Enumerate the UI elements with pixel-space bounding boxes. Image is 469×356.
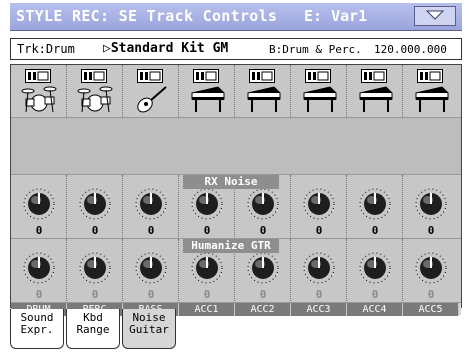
rx-noise-value: 0	[147, 224, 155, 237]
knob-icon[interactable]	[23, 251, 55, 285]
drum-kit-icon	[21, 86, 57, 113]
humanize-value: 0	[35, 288, 43, 301]
screen: STYLE REC: SE Track Controls E: Var1 Trk…	[0, 0, 469, 356]
triangle-down-icon	[426, 10, 444, 20]
humanize-value: 0	[147, 288, 155, 301]
piano-icon	[359, 86, 393, 112]
track-info-bar[interactable]: Trk:Drum ▷Standard Kit GM B:Drum & Perc.…	[10, 38, 462, 60]
channel-acc5-icons	[403, 65, 459, 117]
instrument-icon-row	[11, 65, 461, 117]
rx-noise-value: 0	[91, 224, 99, 237]
play-arrow-icon: ▷	[103, 41, 111, 56]
guitar-icon	[137, 86, 167, 113]
tab-label-line2: Range	[76, 323, 110, 336]
knob-icon[interactable]	[23, 187, 55, 221]
knob-icon[interactable]	[415, 251, 447, 285]
knob-icon[interactable]	[303, 187, 335, 221]
rx-noise-value: 0	[259, 224, 267, 237]
piano-icon	[191, 86, 225, 112]
rx-noise-knob-perc[interactable]: 0	[67, 175, 123, 239]
piano-icon	[303, 86, 337, 112]
humanize-value: 0	[427, 288, 435, 301]
play-icon[interactable]	[193, 69, 219, 83]
title-bar: STYLE REC: SE Track Controls E: Var1	[10, 3, 462, 31]
drum-kit-icon	[77, 86, 113, 113]
humanize-knob-perc[interactable]: 0	[67, 239, 123, 303]
channel-perc-icons	[67, 65, 123, 117]
channel-drum-icons	[11, 65, 67, 117]
mixer-panel: 00000000 00000000 RX Noise Humanize GTR …	[10, 64, 462, 316]
rx-noise-value: 0	[203, 224, 211, 237]
rx-noise-knob-drum[interactable]: 0	[11, 175, 67, 239]
knob-icon[interactable]	[79, 187, 111, 221]
rx-noise-value: 0	[427, 224, 435, 237]
humanize-knob-acc3[interactable]: 0	[291, 239, 347, 303]
channel-acc3-icons	[291, 65, 347, 117]
page-menu-button[interactable]	[414, 6, 456, 26]
channel-bass-icons	[123, 65, 179, 117]
rx-noise-knob-acc3[interactable]: 0	[291, 175, 347, 239]
rx-noise-knob-acc4[interactable]: 0	[347, 175, 403, 239]
knob-icon[interactable]	[79, 251, 111, 285]
play-icon[interactable]	[361, 69, 387, 83]
knob-icon[interactable]	[191, 251, 223, 285]
kit-category: B:Drum & Perc.	[269, 43, 362, 56]
humanize-value: 0	[91, 288, 99, 301]
rx-noise-value: 0	[371, 224, 379, 237]
tab-kbd[interactable]: Kbd Range	[66, 309, 120, 349]
rx-noise-value: 0	[315, 224, 323, 237]
knob-icon[interactable]	[135, 251, 167, 285]
knob-icon[interactable]	[247, 251, 279, 285]
track-label: Trk:Drum	[17, 42, 75, 56]
knob-icon[interactable]	[247, 187, 279, 221]
humanize-knob-bass[interactable]: 0	[123, 239, 179, 303]
humanize-knob-acc5[interactable]: 0	[403, 239, 459, 303]
rx-noise-label: RX Noise	[183, 175, 279, 189]
knob-icon[interactable]	[359, 251, 391, 285]
play-icon[interactable]	[25, 69, 51, 83]
piano-icon	[415, 86, 449, 112]
humanize-value: 0	[259, 288, 267, 301]
piano-icon	[247, 86, 281, 112]
rx-noise-knob-acc5[interactable]: 0	[403, 175, 459, 239]
channel-acc1-icons	[179, 65, 235, 117]
rx-noise-knob-bass[interactable]: 0	[123, 175, 179, 239]
tempo-display: 120.000.000	[374, 43, 447, 56]
variation-label: E: Var1	[304, 7, 368, 25]
humanize-knob-acc4[interactable]: 0	[347, 239, 403, 303]
play-icon[interactable]	[81, 69, 107, 83]
humanize-value: 0	[315, 288, 323, 301]
play-icon[interactable]	[417, 69, 443, 83]
tab-noise[interactable]: Noise Guitar	[122, 309, 176, 349]
tab-label-line2: Guitar	[129, 323, 169, 336]
page-title: STYLE REC: SE Track Controls	[16, 7, 278, 25]
play-icon[interactable]	[249, 69, 275, 83]
humanize-label: Humanize GTR	[183, 239, 279, 253]
tab-label-line2: Expr.	[20, 323, 54, 336]
tab-sound[interactable]: Sound Expr.	[10, 309, 64, 349]
knob-icon[interactable]	[191, 187, 223, 221]
knob-icon[interactable]	[303, 251, 335, 285]
kit-name[interactable]: ▷Standard Kit GM	[103, 41, 228, 56]
knob-icon[interactable]	[415, 187, 447, 221]
play-icon[interactable]	[305, 69, 331, 83]
channel-acc2-icons	[235, 65, 291, 117]
humanize-knob-drum[interactable]: 0	[11, 239, 67, 303]
knob-icon[interactable]	[359, 187, 391, 221]
tab-bar: Sound Expr. Kbd Range Noise Guitar	[10, 309, 462, 353]
kit-label: Standard Kit GM	[110, 41, 229, 56]
knob-icon[interactable]	[135, 187, 167, 221]
humanize-value: 0	[371, 288, 379, 301]
humanize-value: 0	[203, 288, 211, 301]
blank-area	[11, 117, 461, 175]
channel-acc4-icons	[347, 65, 403, 117]
play-icon[interactable]	[137, 69, 163, 83]
rx-noise-value: 0	[35, 224, 43, 237]
